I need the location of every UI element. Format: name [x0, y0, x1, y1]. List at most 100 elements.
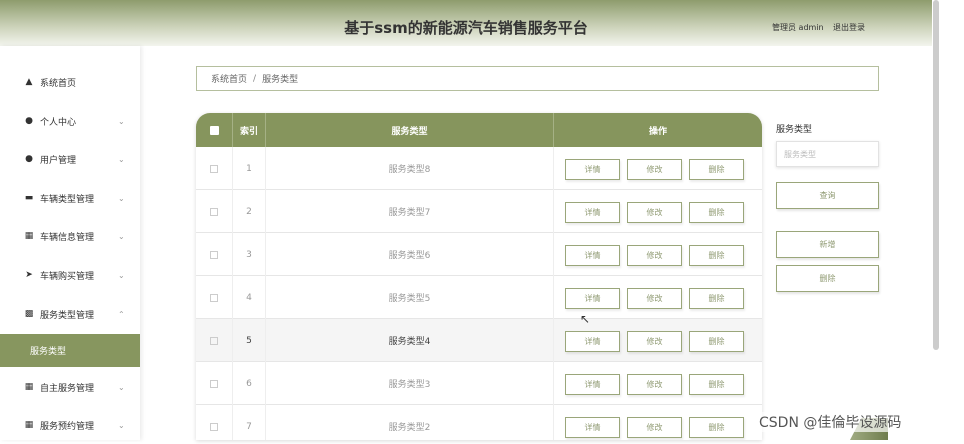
row-checkbox[interactable]	[196, 362, 232, 405]
search-input[interactable]	[776, 141, 879, 167]
row-index: 6	[232, 362, 265, 405]
sidebar-item-vehicle-info[interactable]: ▦ 车辆信息管理 ⌄	[0, 217, 140, 255]
row-type: 服务类型5	[265, 276, 553, 319]
delete-button[interactable]: 删除	[689, 159, 744, 180]
table-icon: ▦	[24, 420, 34, 430]
sidebar-item-label: 服务类型管理	[40, 310, 95, 321]
row-checkbox[interactable]	[196, 233, 232, 276]
sidebar-item-profile[interactable]: ● 个人中心 ⌄	[0, 102, 140, 140]
breadcrumb-home[interactable]: 系统首页	[211, 72, 247, 85]
row-type: 服务类型4	[265, 319, 553, 362]
edit-button[interactable]: 修改	[627, 288, 682, 309]
sidebar-item-users[interactable]: ● 用户管理 ⌄	[0, 140, 140, 178]
detail-button[interactable]: 详情	[565, 245, 620, 266]
edit-button[interactable]: 修改	[627, 374, 682, 395]
chevron-down-icon: ⌄	[118, 193, 125, 203]
breadcrumb: 系统首页 / 服务类型	[196, 66, 879, 91]
sidebar-item-service-booking[interactable]: ▦ 服务预约管理 ⌄	[0, 406, 140, 444]
select-all-checkbox[interactable]	[196, 113, 232, 147]
mouse-cursor-icon: ↖	[580, 312, 591, 326]
row-checkbox[interactable]	[196, 319, 232, 362]
query-button[interactable]: 查询	[776, 182, 879, 209]
row-checkbox[interactable]	[196, 405, 232, 440]
sidebar-item-label: 自主服务管理	[40, 383, 95, 394]
sidebar-item-service-types[interactable]: ▩ 服务类型管理 ⌃	[0, 295, 140, 333]
current-user: 管理员 admin	[772, 23, 824, 32]
chevron-down-icon: ⌄	[118, 420, 125, 430]
card-icon: ▬	[24, 193, 34, 203]
search-label: 服务类型	[776, 125, 813, 135]
send-icon: ➤	[25, 270, 33, 280]
sidebar-item-vehicle-purchase[interactable]: ➤ 车辆购买管理 ⌄	[0, 256, 140, 294]
service-type-table: 索引 服务类型 操作 1 服务类型8 详情 修改 删除 2 服务类型7 详情 修改 删除 3 服务类型…	[196, 113, 762, 440]
delete-button[interactable]: 删除	[689, 288, 744, 309]
delete-button[interactable]: 删除	[689, 245, 744, 266]
row-type: 服务类型3	[265, 362, 553, 405]
sidebar-item-vehicle-types[interactable]: ▬ 车辆类型管理 ⌄	[0, 179, 140, 217]
table-row: 6 服务类型3 详情 修改 删除	[196, 362, 762, 405]
sidebar: ▲ 系统首页 ● 个人中心 ⌄ ● 用户管理 ⌄ ▬ 车辆类型管理 ⌄ ▦ 车辆…	[0, 46, 140, 440]
edit-button[interactable]: 修改	[627, 202, 682, 223]
watermark: CSDN @佳倫毕设源码	[759, 412, 902, 432]
row-checkbox[interactable]	[196, 190, 232, 233]
table-row: 2 服务类型7 详情 修改 删除	[196, 190, 762, 233]
row-checkbox[interactable]	[196, 147, 232, 190]
sidebar-item-label: 车辆购买管理	[40, 271, 95, 282]
user-icon: ●	[25, 154, 33, 164]
add-button[interactable]: 新增	[776, 231, 879, 258]
chevron-down-icon: ⌄	[118, 270, 125, 280]
delete-button[interactable]: 删除	[689, 331, 744, 352]
sidebar-item-label: 服务预约管理	[40, 421, 95, 432]
chevron-down-icon: ⌄	[118, 382, 125, 392]
detail-button[interactable]: 详情	[565, 374, 620, 395]
table-header: 索引 服务类型 操作	[196, 113, 762, 147]
sidebar-item-label: 个人中心	[40, 117, 77, 128]
detail-button[interactable]: 详情	[565, 159, 620, 180]
row-actions: 详情 修改 删除	[553, 147, 762, 190]
delete-button[interactable]: 删除	[689, 417, 744, 438]
row-index: 5	[232, 319, 265, 362]
column-header-ops: 操作	[553, 113, 762, 147]
bulk-delete-button[interactable]: 删除	[776, 265, 879, 292]
row-type: 服务类型2	[265, 405, 553, 440]
sidebar-item-label: 车辆信息管理	[40, 232, 95, 243]
app-header: 基于ssm的新能源汽车销售服务平台 管理员 admin 退出登录	[0, 0, 932, 46]
row-type: 服务类型7	[265, 190, 553, 233]
column-header-type: 服务类型	[265, 113, 553, 147]
delete-button[interactable]: 删除	[689, 202, 744, 223]
sidebar-item-home[interactable]: ▲ 系统首页	[0, 63, 140, 101]
row-actions: 详情 修改 删除	[553, 190, 762, 233]
grid-icon: ▦	[24, 231, 34, 241]
scrollbar[interactable]	[933, 0, 939, 350]
edit-button[interactable]: 修改	[627, 417, 682, 438]
detail-button[interactable]: 详情	[565, 417, 620, 438]
table-row: 3 服务类型6 详情 修改 删除	[196, 233, 762, 276]
row-index: 4	[232, 276, 265, 319]
home-icon: ▲	[25, 77, 33, 87]
row-type: 服务类型6	[265, 233, 553, 276]
sidebar-item-self-service[interactable]: ▦ 自主服务管理 ⌄	[0, 368, 140, 406]
table-row: 5 服务类型4 详情 修改 删除	[196, 319, 762, 362]
chevron-down-icon: ⌄	[118, 231, 125, 241]
row-index: 2	[232, 190, 265, 233]
sidebar-item-label: 系统首页	[40, 78, 77, 89]
edit-button[interactable]: 修改	[627, 159, 682, 180]
grid-icon: ▦	[24, 382, 34, 392]
sidebar-item-label: 用户管理	[40, 155, 77, 166]
column-header-index: 索引	[232, 113, 265, 147]
detail-button[interactable]: 详情	[565, 331, 620, 352]
delete-button[interactable]: 删除	[689, 374, 744, 395]
sidebar-subitem-service-type[interactable]: 服务类型	[0, 334, 140, 367]
detail-button[interactable]: 详情	[565, 288, 620, 309]
detail-button[interactable]: 详情	[565, 202, 620, 223]
logout-link[interactable]: 退出登录	[833, 22, 865, 33]
chevron-down-icon: ⌄	[118, 154, 125, 164]
row-index: 1	[232, 147, 265, 190]
sidebar-subitem-label: 服务类型	[30, 347, 67, 357]
edit-button[interactable]: 修改	[627, 245, 682, 266]
edit-button[interactable]: 修改	[627, 331, 682, 352]
breadcrumb-current: 服务类型	[262, 75, 299, 85]
chevron-up-icon: ⌃	[118, 309, 125, 319]
row-checkbox[interactable]	[196, 276, 232, 319]
row-index: 3	[232, 233, 265, 276]
